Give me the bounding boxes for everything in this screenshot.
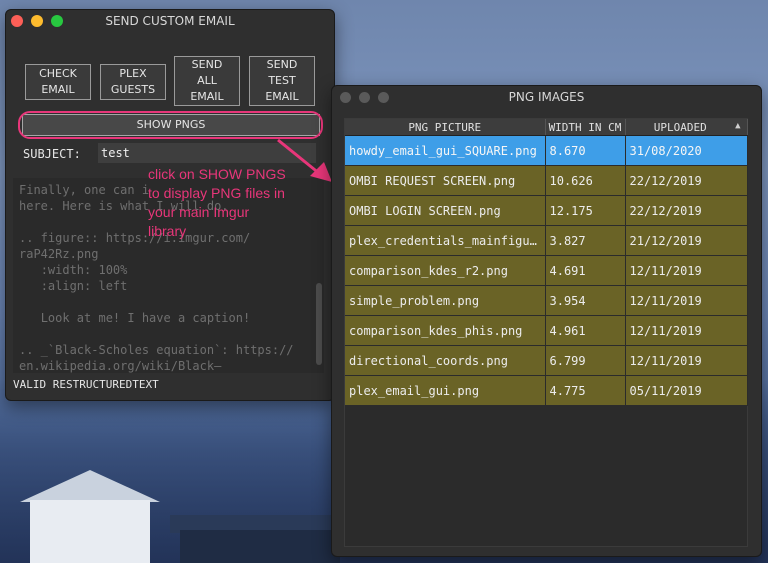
window-titlebar[interactable]: SEND CUSTOM EMAIL: [6, 10, 334, 34]
send-test-email-button[interactable]: SEND TEST EMAIL: [249, 56, 315, 106]
cell-uploaded: 22/12/2019: [625, 195, 748, 226]
cell-uploaded: 31/08/2020: [625, 135, 748, 166]
cell-name: plex_credentials_mainfigur…: [345, 225, 546, 256]
annotation-label: click on SHOW PNGS to display PNG files …: [148, 166, 286, 239]
building: [180, 530, 340, 563]
sort-ascending-icon: ▲: [735, 120, 741, 131]
highlight-oval: [18, 111, 323, 139]
cell-name: simple_problem.png: [345, 285, 546, 316]
cell-name: OMBI REQUEST SCREEN.png: [345, 165, 546, 196]
cell-width: 12.175: [545, 195, 626, 226]
cell-uploaded: 12/11/2019: [625, 315, 748, 346]
cell-uploaded: 12/11/2019: [625, 285, 748, 316]
png-images-window: PNG IMAGES PNG PICTURE WIDTH IN CM UPLOA…: [331, 85, 762, 557]
cell-name: OMBI LOGIN SCREEN.png: [345, 195, 546, 226]
send-test-email-label: SEND TEST EMAIL: [265, 58, 299, 103]
validation-status: VALID RESTRUCTUREDTEXT: [13, 378, 159, 391]
table-row[interactable]: plex_credentials_mainfigur… 3.827 21/12/…: [345, 225, 748, 256]
cell-width: 3.827: [545, 225, 626, 256]
house-roof: [20, 470, 160, 502]
cell-width: 4.691: [545, 255, 626, 286]
table-row[interactable]: plex_email_gui.png 4.775 05/11/2019: [345, 375, 748, 406]
cell-name: directional_coords.png: [345, 345, 546, 376]
cell-width: 4.775: [545, 375, 626, 406]
column-header-uploaded-label: UPLOADED: [653, 120, 707, 134]
scrollbar-thumb[interactable]: [316, 283, 322, 365]
table-header-row: PNG PICTURE WIDTH IN CM UPLOADED ▲: [345, 119, 748, 136]
cell-uploaded: 12/11/2019: [625, 345, 748, 376]
plex-guests-button[interactable]: PLEX GUESTS: [100, 64, 166, 100]
cell-width: 8.670: [545, 135, 626, 166]
send-all-email-label: SEND ALL EMAIL: [190, 58, 224, 103]
cell-uploaded: 12/11/2019: [625, 255, 748, 286]
column-header-png-picture[interactable]: PNG PICTURE: [345, 119, 546, 136]
subject-label: SUBJECT:: [23, 147, 81, 161]
table-row[interactable]: comparison_kdes_phis.png 4.961 12/11/201…: [345, 315, 748, 346]
column-header-width[interactable]: WIDTH IN CM: [545, 119, 626, 136]
check-email-label: CHECK EMAIL: [39, 67, 77, 96]
cell-uploaded: 22/12/2019: [625, 165, 748, 196]
cell-uploaded: 21/12/2019: [625, 225, 748, 256]
cell-name: comparison_kdes_phis.png: [345, 315, 546, 346]
send-all-email-button[interactable]: SEND ALL EMAIL: [174, 56, 240, 106]
column-header-uploaded[interactable]: UPLOADED ▲: [625, 119, 748, 136]
cell-width: 3.954: [545, 285, 626, 316]
check-email-button[interactable]: CHECK EMAIL: [25, 64, 91, 100]
cell-name: howdy_email_gui_SQUARE.png: [345, 135, 546, 166]
cell-width: 10.626: [545, 165, 626, 196]
annotation-text: click on SHOW PNGS to display PNG files …: [148, 165, 318, 241]
window-titlebar[interactable]: PNG IMAGES: [332, 86, 761, 110]
cell-name: comparison_kdes_r2.png: [345, 255, 546, 286]
table-row[interactable]: simple_problem.png 3.954 12/11/2019: [345, 285, 748, 316]
table-row[interactable]: OMBI REQUEST SCREEN.png 10.626 22/12/201…: [345, 165, 748, 196]
house: [30, 500, 150, 563]
cell-uploaded: 05/11/2019: [625, 375, 748, 406]
table-row[interactable]: directional_coords.png 6.799 12/11/2019: [345, 345, 748, 376]
cell-width: 6.799: [545, 345, 626, 376]
cell-width: 4.961: [545, 315, 626, 346]
table-row[interactable]: howdy_email_gui_SQUARE.png 8.670 31/08/2…: [345, 135, 748, 166]
table-row[interactable]: OMBI LOGIN SCREEN.png 12.175 22/12/2019: [345, 195, 748, 226]
cell-name: plex_email_gui.png: [345, 375, 546, 406]
png-table[interactable]: PNG PICTURE WIDTH IN CM UPLOADED ▲ howdy_…: [344, 118, 748, 547]
window-title: PNG IMAGES: [508, 90, 585, 104]
plex-guests-label: PLEX GUESTS: [110, 67, 156, 96]
window-title: SEND CUSTOM EMAIL: [105, 14, 235, 28]
table-row[interactable]: comparison_kdes_r2.png 4.691 12/11/2019: [345, 255, 748, 286]
